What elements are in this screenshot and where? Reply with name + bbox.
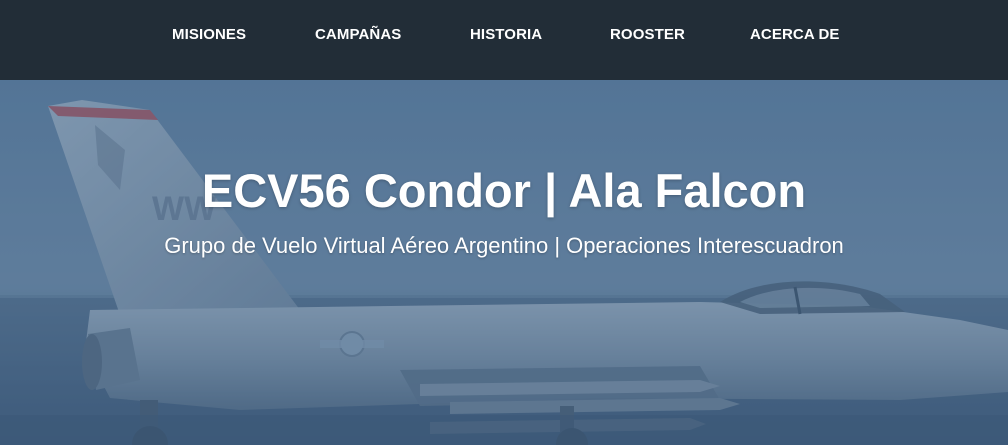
hero-title: ECV56 Condor | Ala Falcon [201, 164, 807, 217]
nav-item-historia[interactable]: HISTORIA [470, 26, 542, 44]
nav-menu: MISIONES CAMPAÑAS HISTORIA ROOSTER ACERC… [0, 0, 1008, 80]
hero-subtitle: Grupo de Vuelo Virtual Aéreo Argentino |… [164, 233, 844, 258]
nav-item-campanas[interactable]: CAMPAÑAS [315, 26, 401, 44]
hero-banner: WW ECV56 Condor | Ala Falcon Grupo de Vu… [0, 80, 1008, 445]
nav-item-misiones[interactable]: MISIONES [172, 26, 246, 44]
page: MISIONES CAMPAÑAS HISTORIA ROOSTER ACERC… [0, 0, 1008, 445]
nav-item-acerca-de[interactable]: ACERCA DE [750, 26, 840, 44]
top-navbar: MISIONES CAMPAÑAS HISTORIA ROOSTER ACERC… [0, 0, 1008, 80]
hero-color-overlay [0, 80, 1008, 445]
nav-item-rooster[interactable]: ROOSTER [610, 26, 685, 44]
